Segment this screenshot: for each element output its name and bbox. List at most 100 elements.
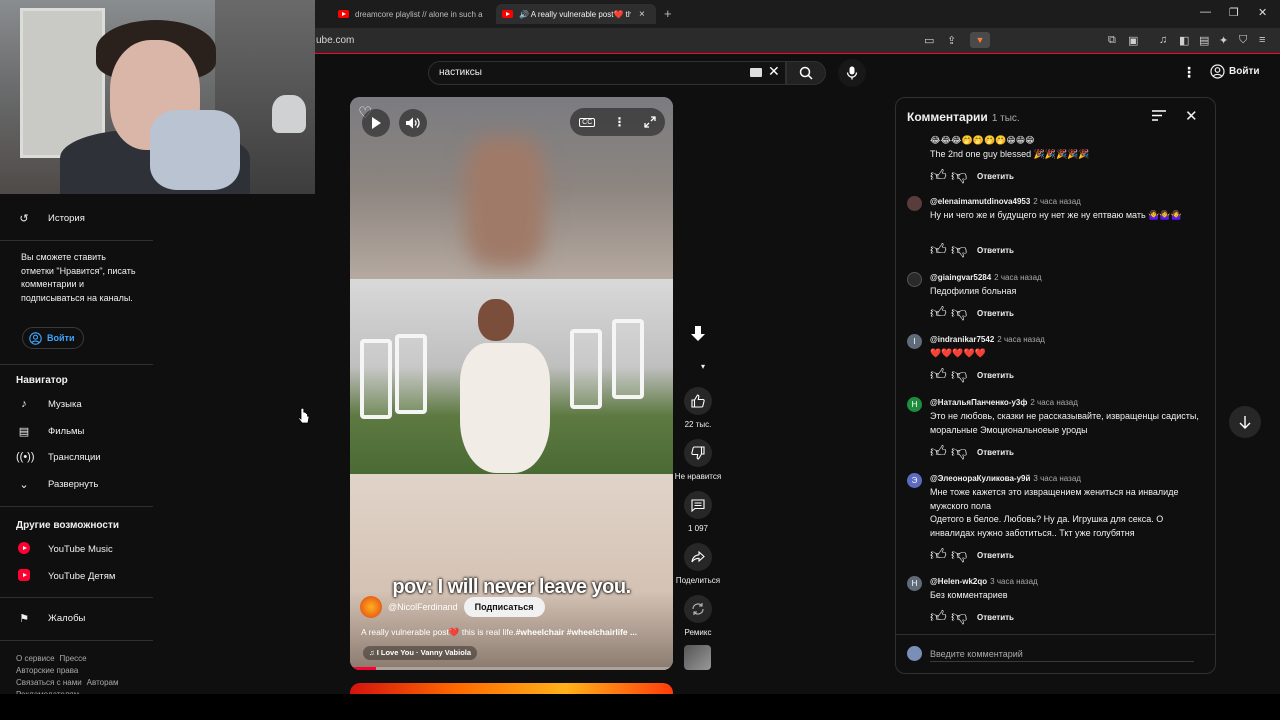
tab-current-short[interactable]: 🔊 A really vulnerable post❤️ th × — [496, 4, 656, 24]
share-icon[interactable]: ⇪ — [947, 34, 956, 47]
comments-button[interactable]: 1 097 — [674, 491, 722, 533]
play-button[interactable] — [362, 109, 390, 137]
reply-button[interactable]: Ответить — [977, 551, 1014, 560]
comment-dislike-icon[interactable]: 👎︎ — [951, 304, 967, 323]
reply-button[interactable]: Ответить — [977, 172, 1014, 181]
footer-link-contact[interactable]: Связаться с нами — [16, 678, 82, 687]
arrow-down-icon — [1239, 415, 1251, 429]
dislike-button[interactable]: Не нравится — [674, 439, 722, 481]
reply-button[interactable]: Ответить — [977, 309, 1014, 318]
channel-avatar[interactable] — [360, 596, 382, 618]
close-comments-icon[interactable]: ✕ — [1185, 107, 1198, 125]
cast-icon[interactable]: ▭ — [924, 34, 934, 47]
search-button[interactable] — [786, 61, 826, 85]
vpn-icon[interactable]: ⛉ — [1239, 34, 1247, 47]
subscribe-button[interactable]: Подписаться — [463, 597, 545, 617]
footer-link-copyright[interactable]: Авторские права — [16, 666, 78, 675]
reply-button[interactable]: Ответить — [977, 371, 1014, 380]
media-icon[interactable]: ♫ — [1159, 34, 1167, 46]
sidebar-item-report[interactable]: ⚑ Жалобы — [16, 612, 85, 625]
new-tab-button[interactable]: + — [664, 6, 672, 21]
sidebar-item-expand[interactable]: ⌄ Развернуть — [16, 478, 98, 491]
comment-dislike-icon[interactable]: 👎︎ — [951, 167, 967, 186]
clear-search-icon[interactable]: ✕ — [768, 63, 780, 80]
menu-icon[interactable]: ≡ — [1259, 34, 1265, 46]
sidebar-signin-button[interactable]: Войти — [22, 327, 84, 349]
next-short-button[interactable] — [1229, 406, 1261, 438]
reply-button[interactable]: Ответить — [977, 613, 1014, 622]
close-window-button[interactable]: ✕ — [1258, 6, 1267, 19]
comment-dislike-icon[interactable]: 👎︎ — [951, 546, 967, 565]
comment-avatar[interactable] — [907, 196, 922, 211]
voice-search-button[interactable] — [838, 59, 866, 87]
brave-shields-icon[interactable]: ▼ — [970, 32, 990, 48]
url-text[interactable]: ube.com — [316, 35, 354, 46]
comment-avatar[interactable] — [907, 272, 922, 287]
comment-like-icon[interactable]: 👍︎ — [930, 608, 947, 627]
header-signin-button[interactable]: Войти — [1210, 64, 1260, 79]
comment-like-icon[interactable]: 👍︎ — [930, 366, 947, 385]
caret-down-button[interactable]: ▾ — [679, 362, 727, 371]
sound-thumbnail[interactable] — [684, 645, 711, 670]
footer-link-press[interactable]: Прессе — [60, 654, 87, 663]
sort-icon[interactable] — [1152, 110, 1166, 121]
arrow-down-icon — [691, 326, 705, 341]
remix-button[interactable]: Ремикс — [674, 595, 722, 637]
captions-icon[interactable]: CC — [579, 117, 596, 127]
comment-like-icon[interactable]: 👍︎ — [930, 304, 947, 323]
search-input[interactable]: настиксы — [428, 61, 786, 85]
settings-menu-button[interactable]: ⋮ — [1182, 64, 1196, 81]
share-button[interactable]: Поделиться — [674, 543, 722, 585]
sidebar-item-youtube-kids[interactable]: YouTube Детям — [16, 569, 115, 584]
short-video-player[interactable]: ♡ CC ⋮ pov: I will never leave you. @Nic… — [350, 97, 673, 670]
sidebar-divider — [0, 640, 153, 641]
video-progress-bar[interactable] — [350, 667, 673, 670]
sidebar-divider — [0, 506, 153, 507]
wallet-icon[interactable]: ▣ — [1128, 34, 1138, 47]
keyboard-icon[interactable] — [750, 68, 762, 77]
comment-dislike-icon[interactable]: 👎︎ — [951, 608, 967, 627]
comment-dislike-icon[interactable]: 👎︎ — [951, 366, 967, 385]
comment-actions: 👍︎ 👎︎ Ответить — [930, 366, 1014, 385]
leo-ai-icon[interactable]: ✦ — [1219, 34, 1228, 47]
sidebar-item-history[interactable]: ↺ История — [16, 212, 84, 225]
restore-button[interactable]: ❐ — [1229, 6, 1239, 19]
extensions-icon[interactable]: ⧉ — [1108, 34, 1116, 47]
sidebar-item-films[interactable]: ▤ Фильмы — [16, 425, 85, 438]
comment-dislike-icon[interactable]: 👎︎ — [951, 443, 967, 462]
reply-button[interactable]: Ответить — [977, 448, 1014, 457]
footer-link-creators[interactable]: Авторам — [87, 678, 119, 687]
channel-handle[interactable]: @NicolFerdinand — [388, 602, 458, 612]
comment-like-icon[interactable]: 👍︎ — [930, 167, 947, 186]
wallet2-icon[interactable]: ▤ — [1199, 34, 1209, 47]
comment-dislike-icon[interactable]: 👎︎ — [951, 241, 967, 260]
comment-avatar[interactable]: H — [907, 576, 922, 591]
more-options-icon[interactable]: ⋮ — [614, 115, 626, 129]
reply-button[interactable]: Ответить — [977, 246, 1014, 255]
description-hashtags[interactable]: #wheelchair #wheelchairlife ... — [516, 627, 637, 637]
volume-button[interactable] — [399, 109, 427, 137]
sidebar-item-live[interactable]: ((•)) Трансляции — [16, 451, 101, 463]
comment-input[interactable] — [930, 646, 1194, 662]
close-tab-icon[interactable]: × — [639, 9, 645, 20]
tab-dreamcore-playlist[interactable]: dreamcore playlist // alone in such a — [332, 4, 492, 24]
comment-like-icon[interactable]: 👍︎ — [930, 546, 947, 565]
sidebar-item-music[interactable]: ♪ Музыка — [16, 398, 81, 410]
footer-link-about[interactable]: О сервисе — [16, 654, 55, 663]
fullscreen-icon[interactable] — [644, 116, 656, 128]
comment-avatar[interactable]: Н — [907, 397, 922, 412]
music-chip[interactable]: ♫ I Love You · Vanny Vabiola — [363, 646, 478, 660]
minimize-button[interactable]: — — [1200, 6, 1211, 18]
comment-avatar[interactable]: I — [907, 334, 922, 349]
sidebar-toggle-icon[interactable]: ◧ — [1179, 34, 1189, 47]
comment-avatar[interactable]: Э — [907, 473, 922, 488]
previous-short-button[interactable] — [674, 326, 722, 342]
video-description[interactable]: A really vulnerable post❤️ this is real … — [361, 627, 666, 638]
comment-like-icon[interactable]: 👍︎ — [930, 443, 947, 462]
caret-down-icon: ▾ — [700, 362, 705, 371]
like-button[interactable]: 22 тыс. — [674, 387, 722, 429]
sidebar-item-youtube-music[interactable]: YouTube Music — [16, 542, 113, 557]
comment-actions: 👍︎ 👎︎ Ответить — [930, 546, 1014, 565]
comment-like-icon[interactable]: 👍︎ — [930, 241, 947, 260]
youtube-kids-icon — [16, 569, 32, 584]
